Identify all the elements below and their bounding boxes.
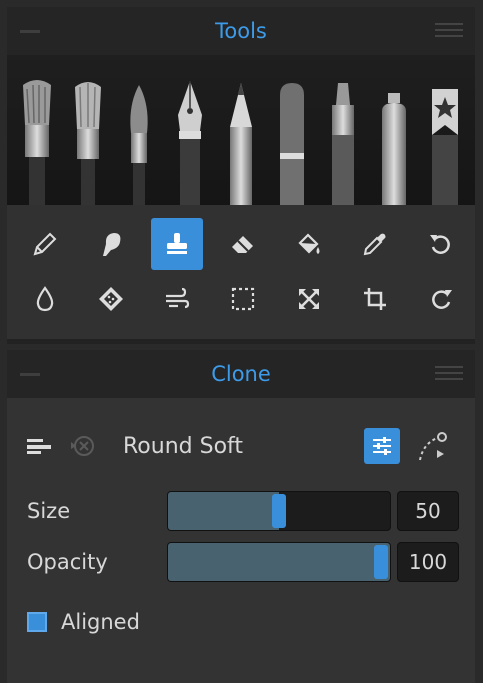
round-brush-icon[interactable] [117, 75, 161, 205]
size-slider-handle[interactable] [272, 494, 286, 528]
texture-tool-icon[interactable] [85, 273, 137, 325]
tools-row-1 [19, 218, 467, 270]
opacity-slider-handle[interactable] [374, 545, 388, 579]
pencil-icon[interactable] [219, 75, 263, 205]
marker-icon[interactable] [270, 75, 314, 205]
eyedropper-tool-icon[interactable] [349, 218, 401, 270]
size-value-field[interactable]: 50 [397, 491, 459, 531]
brush-settings-button[interactable] [364, 428, 400, 464]
opacity-value-field[interactable]: 100 [397, 542, 459, 582]
transform-tool-icon[interactable] [283, 273, 335, 325]
brush-name[interactable]: Round Soft [123, 434, 243, 459]
opacity-label: Opacity [27, 550, 108, 574]
crop-tool-icon[interactable] [349, 273, 401, 325]
stroke-path-icon[interactable] [417, 430, 451, 464]
panel-divider [7, 339, 475, 344]
sliders-icon [373, 437, 391, 455]
pen-nib-icon[interactable] [168, 75, 212, 205]
redo-icon[interactable] [415, 273, 467, 325]
water-drop-tool-icon[interactable] [19, 273, 71, 325]
reset-brush-icon[interactable] [69, 432, 97, 460]
aligned-checkbox[interactable] [27, 612, 47, 632]
flat-brush-icon[interactable] [66, 75, 110, 205]
size-slider[interactable] [167, 491, 391, 531]
selection-tool-icon[interactable] [217, 273, 269, 325]
undo-icon[interactable] [415, 218, 467, 270]
clone-panel-header: Clone [7, 350, 475, 398]
collapse-icon[interactable] [20, 30, 40, 33]
size-slider-row: Size 50 [27, 491, 459, 531]
opacity-slider-row: Opacity 100 [27, 542, 459, 582]
felt-pen-icon[interactable] [321, 75, 365, 205]
clone-stamp-tool-icon[interactable] [151, 218, 203, 270]
oil-brush-icon[interactable] [15, 75, 59, 205]
size-slider-fill [168, 492, 279, 530]
smudge-tool-icon[interactable] [85, 218, 137, 270]
tools-panel: Tools [7, 7, 475, 344]
clone-panel-title: Clone [211, 362, 271, 386]
aligned-option[interactable]: Aligned [27, 607, 140, 637]
menu-icon[interactable] [435, 23, 463, 39]
eraser-tool-icon[interactable] [217, 218, 269, 270]
opacity-slider[interactable] [167, 542, 391, 582]
collapse-icon[interactable] [20, 373, 40, 376]
tools-panel-title: Tools [215, 19, 267, 43]
opacity-slider-fill [168, 543, 390, 581]
clone-panel: Clone Round Soft Size 50 Opacity 100 Ali… [7, 350, 475, 683]
menu-icon[interactable] [435, 366, 463, 382]
fill-bucket-tool-icon[interactable] [283, 218, 335, 270]
brush-list-icon[interactable] [27, 436, 53, 456]
blend-wind-tool-icon[interactable] [151, 273, 203, 325]
tools-panel-header: Tools [7, 7, 475, 55]
size-label: Size [27, 499, 71, 523]
brush-selector-row: Round Soft [27, 426, 459, 466]
favorites-bookmark-icon[interactable] [423, 75, 467, 205]
aligned-label: Aligned [61, 610, 140, 634]
spray-can-icon[interactable] [372, 75, 416, 205]
brush-strip [7, 55, 475, 205]
pencil-tool-icon[interactable] [19, 218, 71, 270]
tools-row-2 [19, 273, 467, 325]
